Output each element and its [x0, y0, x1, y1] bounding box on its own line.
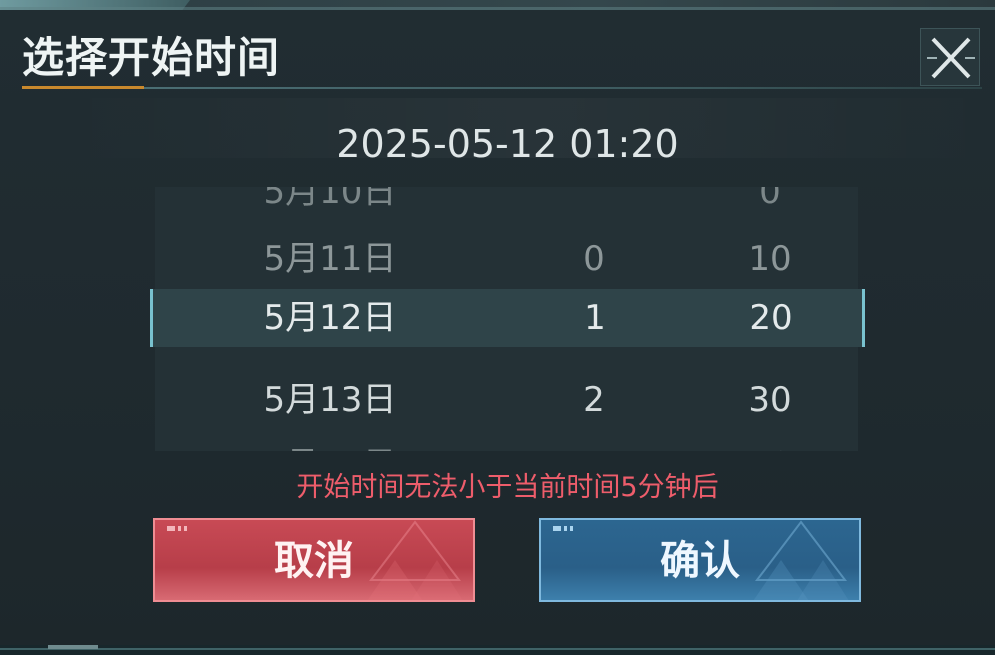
picker-selected-row[interactable]: 5月12日 1 20 [150, 289, 865, 347]
picker-row[interactable]: 5月11日 0 10 [155, 229, 858, 289]
picker-row[interactable]: 5月13日 2 30 [155, 370, 858, 430]
picker-row[interactable]: 5月10日 0 [155, 187, 858, 222]
picker-minute: 30 [748, 380, 792, 420]
picker-hour: 3 [524, 435, 664, 451]
picker-minute: 40 [700, 435, 840, 451]
picker-day: 5月11日 [263, 239, 397, 279]
title-divider-accent [22, 86, 144, 89]
triangle-pattern-icon [753, 520, 849, 600]
triangle-pattern-icon [367, 520, 463, 600]
confirm-button[interactable]: 确认 [539, 518, 861, 602]
cancel-button[interactable]: 取消 [153, 518, 475, 602]
picker-row[interactable]: 5月14日 3 40 [155, 435, 858, 451]
background-bottom-bar [0, 645, 995, 655]
title-divider [22, 87, 982, 89]
close-x-icon [927, 37, 975, 79]
picker-minute: 10 [748, 239, 792, 279]
picker-day: 5月10日 [263, 187, 397, 212]
background-top-bar [0, 0, 995, 10]
cancel-button-label: 取消 [274, 537, 354, 584]
picker-day: 5月14日 [195, 435, 465, 451]
button-stripe-icon [167, 526, 187, 531]
picker-minute: 0 [759, 187, 781, 212]
bottom-bar-tag [48, 645, 98, 649]
selected-datetime-display: 2025-05-12 01:20 [336, 122, 679, 166]
dialog-title: 选择开始时间 [22, 33, 281, 82]
picker-day: 5月13日 [263, 380, 397, 420]
warning-message: 开始时间无法小于当前时间5分钟后 [296, 472, 719, 503]
close-button[interactable] [920, 28, 980, 86]
selected-minute: 20 [749, 298, 793, 338]
selected-hour: 1 [584, 298, 606, 338]
top-bar-notch [0, 0, 190, 10]
picker-hour: 2 [583, 380, 605, 420]
picker-hour [524, 187, 664, 222]
selected-day: 5月12日 [263, 298, 397, 338]
confirm-button-label: 确认 [660, 537, 740, 584]
button-stripe-icon [553, 526, 573, 531]
picker-hour: 0 [583, 239, 605, 279]
